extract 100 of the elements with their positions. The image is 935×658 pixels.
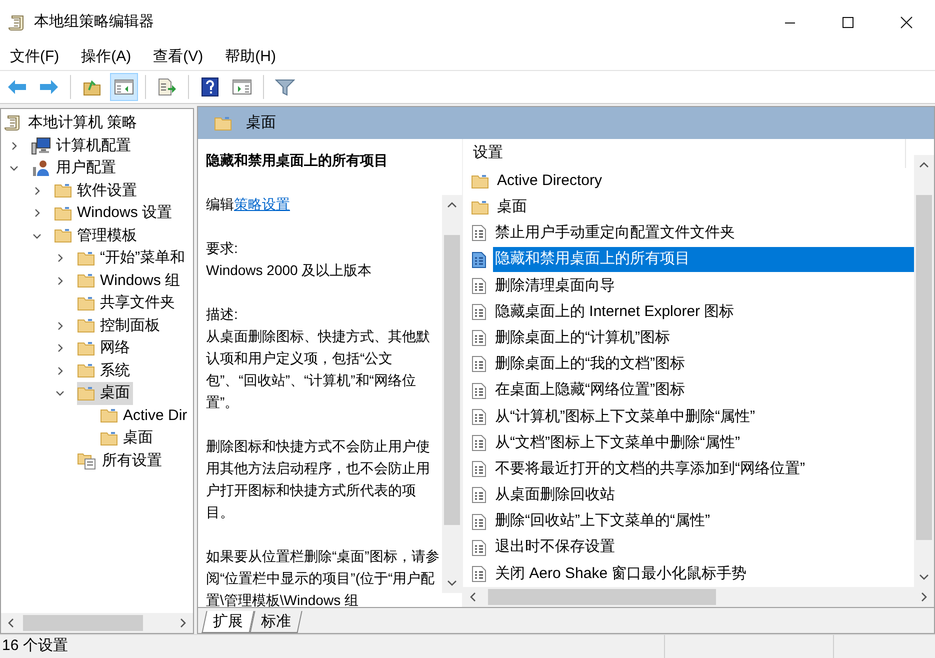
list-row[interactable]: 删除桌面上的“我的文档”图标 (493, 352, 914, 377)
description-paragraph: 删除图标和快捷方式不会防止用户使用其他方法启动程序，也不会防止用户打开图标和快捷方式所代表的项目。 (206, 437, 431, 522)
folder-icon (100, 408, 118, 424)
document-list-icon (471, 408, 487, 426)
tree-item[interactable]: 用户配置 (31, 157, 119, 180)
list-row[interactable]: 删除清理桌面向导 (493, 273, 914, 298)
status-text: 16 个设置 (1, 636, 69, 656)
tree-item[interactable]: 共享文件夹 (77, 292, 178, 314)
folder-icon (77, 386, 95, 401)
tree-item[interactable]: Active Dir (100, 404, 190, 427)
list-row[interactable]: 在桌面上隐藏“网络位置”图标 (493, 378, 914, 404)
tree-item[interactable]: 网络 (77, 337, 133, 360)
folder-icon (471, 174, 489, 189)
tab[interactable]: 标准 (250, 611, 302, 633)
list-row[interactable]: 关闭 Aero Shake 窗口最小化鼠标手势 (493, 561, 914, 586)
tree-item[interactable]: “开始”菜单和 (77, 247, 188, 270)
tree-item[interactable]: Windows 设置 (54, 202, 176, 224)
user-icon (31, 159, 51, 178)
document-list-icon (471, 329, 487, 348)
tree-item[interactable]: 本地计算机 策略 (4, 112, 138, 134)
edit-sentence: 编辑策略设置 (206, 195, 291, 214)
tree-item[interactable]: 桌面 (100, 427, 156, 450)
menu-item[interactable]: 文件(F) (10, 46, 60, 69)
document-list-icon (471, 434, 487, 452)
tab[interactable]: 扩展 (202, 611, 254, 633)
scroll-icon (8, 14, 26, 32)
forward-arrow-icon (39, 79, 59, 95)
scroll-thumb[interactable] (444, 235, 460, 525)
folder-icon (77, 318, 95, 334)
document-list-icon (471, 382, 487, 400)
header-title: 桌面 (246, 112, 276, 133)
description-paragraph: 从桌面删除图标、快捷方式、其他默认项和用户定义项，包括“公文包”、“回收站”、“计算机”和“网络位置”。 (206, 327, 431, 412)
folder-icon (77, 296, 95, 311)
tree-item[interactable]: 管理模板 (54, 224, 140, 247)
list-row[interactable]: 删除桌面上的“计算机”图标 (493, 326, 914, 351)
list-row[interactable]: 禁止用户手动重定向配置文件文件夹 (493, 220, 914, 246)
scroll-thumb[interactable] (916, 195, 932, 540)
filter-icon (275, 78, 295, 96)
document-list-icon (471, 276, 487, 295)
horizontal-scrollbar[interactable] (463, 587, 934, 607)
scroll-thumb[interactable] (488, 589, 716, 605)
policy-settings-link[interactable]: 策略设置 (234, 196, 290, 212)
computer-icon (31, 136, 51, 155)
document-list-icon (471, 460, 487, 478)
vertical-scrollbar[interactable] (442, 195, 462, 593)
vertical-scrollbar[interactable] (914, 155, 934, 587)
list-row[interactable]: 删除“回收站”上下文菜单的“属性” (493, 509, 914, 534)
folder-icon (77, 250, 95, 266)
folder-icon (471, 200, 489, 215)
folder-icon (77, 273, 95, 288)
scroll-thumb[interactable] (23, 615, 143, 631)
chevron-right-icon[interactable] (55, 276, 65, 286)
chevron-right-icon[interactable] (32, 186, 42, 196)
list-row[interactable]: 不要将最近打开的文档的共享添加到“网络位置” (493, 456, 914, 482)
folder-icon (214, 116, 232, 130)
list-row[interactable]: 桌面 (495, 194, 914, 220)
document-list-icon (471, 486, 487, 504)
requirements-text: Windows 2000 及以上版本 (206, 261, 373, 280)
chevron-right-icon[interactable] (55, 320, 65, 331)
folder-icon (77, 340, 95, 356)
document-list-icon (471, 538, 487, 557)
folder-icon (100, 430, 118, 446)
tree-item[interactable]: 所有设置 (77, 450, 165, 472)
menu-item[interactable]: 操作(A) (81, 46, 132, 69)
folder-icon (54, 206, 72, 221)
document-list-icon (471, 355, 487, 374)
list-row[interactable]: Active Directory (495, 168, 914, 194)
list-row[interactable]: 退出时不保存设置 (493, 535, 914, 560)
menu-item[interactable]: 帮助(H) (225, 46, 276, 69)
list-row[interactable]: 隐藏和禁用桌面上的所有项目 (493, 247, 914, 272)
horizontal-scrollbar[interactable] (1, 613, 193, 633)
chevron-right-icon[interactable] (55, 253, 65, 264)
chevron-down-icon[interactable] (55, 388, 65, 398)
folder-icon (54, 228, 72, 244)
chevron-right-icon[interactable] (55, 366, 65, 376)
chevron-right-icon[interactable] (32, 208, 42, 218)
tree-item[interactable]: Windows 组 (77, 270, 184, 292)
folder-icon (54, 183, 72, 198)
policy-title: 隐藏和禁用桌面上的所有项目 (206, 151, 389, 170)
export-list-icon (157, 78, 177, 96)
document-list-icon (471, 564, 487, 583)
document-list-icon (471, 250, 487, 269)
tree-item[interactable]: 控制面板 (77, 314, 163, 337)
list-row[interactable]: 从“计算机”图标上下文菜单中删除“属性” (493, 404, 914, 430)
chevron-right-icon[interactable] (55, 343, 65, 354)
chevron-right-icon[interactable] (9, 140, 19, 151)
tree-item[interactable]: 系统 (77, 360, 133, 382)
tree-item[interactable]: 软件设置 (54, 180, 140, 202)
document-list-icon (471, 224, 487, 242)
tree-item[interactable]: 计算机配置 (31, 134, 134, 157)
chevron-down-icon[interactable] (9, 163, 19, 174)
list-row[interactable]: 从桌面删除回收站 (493, 482, 914, 508)
panel-icon (232, 78, 252, 96)
menu-item[interactable]: 查看(V) (153, 46, 204, 69)
list-row[interactable]: 隐藏桌面上的 Internet Explorer 图标 (493, 300, 914, 325)
scroll-icon (4, 114, 22, 132)
list-row[interactable]: 从“文档”图标上下文菜单中删除“属性” (493, 430, 914, 456)
panel-icon (114, 78, 134, 96)
tree-item[interactable]: 桌面 (77, 382, 133, 404)
column-header[interactable]: 设置 (473, 142, 503, 164)
